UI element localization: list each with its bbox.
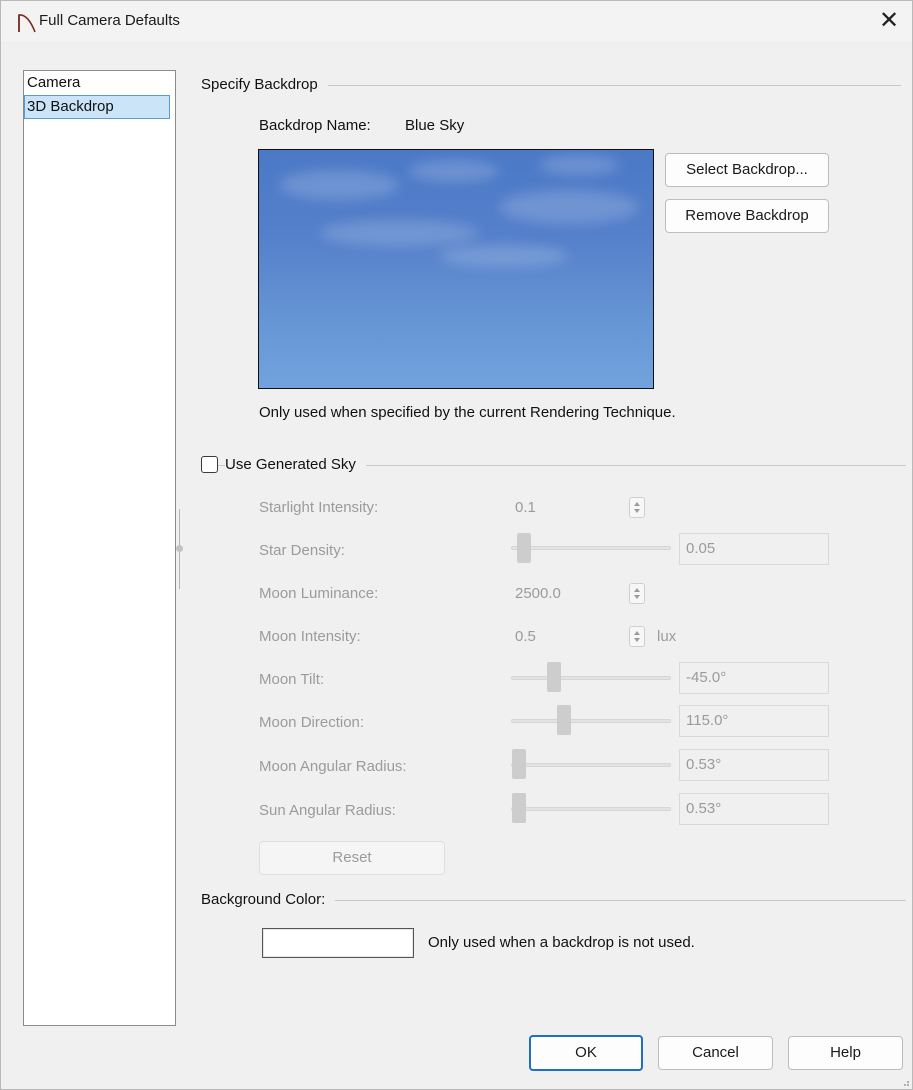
moon-angular-radius-slider-track[interactable] [511, 763, 671, 767]
spin-up-icon [634, 502, 640, 506]
remove-backdrop-button[interactable]: Remove Backdrop [665, 199, 829, 233]
starlight-intensity-spinner[interactable] [629, 497, 645, 518]
title-bar: Full Camera Defaults ✕ [1, 1, 912, 41]
spin-up-icon [634, 631, 640, 635]
moon-luminance-input[interactable]: 2500.0 [515, 585, 561, 602]
moon-intensity-unit: lux [657, 628, 677, 645]
star-density-slider-thumb[interactable] [517, 533, 531, 563]
moon-tilt-slider-thumb[interactable] [547, 662, 561, 692]
category-list[interactable]: Camera 3D Backdrop [23, 70, 176, 1026]
splitter-grip[interactable] [176, 545, 183, 552]
moon-intensity-label: Moon Intensity: [259, 628, 361, 645]
backdrop-name-label: Backdrop Name: [259, 117, 371, 134]
sun-angular-radius-slider-track[interactable] [511, 807, 671, 811]
resize-grip-icon[interactable] [900, 1077, 910, 1087]
reset-button[interactable]: Reset [259, 841, 445, 875]
moon-intensity-spinner[interactable] [629, 626, 645, 647]
background-color-label: Background Color: [201, 891, 336, 908]
starlight-intensity-input[interactable]: 0.1 [515, 499, 536, 516]
help-button[interactable]: Help [788, 1036, 903, 1070]
moon-direction-slider-track[interactable] [511, 719, 671, 723]
spin-down-icon [634, 638, 640, 642]
sun-angular-radius-slider-thumb[interactable] [512, 793, 526, 823]
category-item-camera[interactable]: Camera [24, 71, 175, 95]
moon-angular-radius-label: Moon Angular Radius: [259, 758, 407, 775]
moon-direction-label: Moon Direction: [259, 714, 365, 731]
app-icon [18, 14, 36, 33]
sun-angular-radius-label: Sun Angular Radius: [259, 802, 396, 819]
star-density-slider-track[interactable] [511, 546, 671, 550]
moon-luminance-spinner[interactable] [629, 583, 645, 604]
close-icon: ✕ [878, 7, 900, 34]
window-title: Full Camera Defaults [39, 12, 180, 29]
moon-tilt-label: Moon Tilt: [259, 671, 325, 688]
spin-down-icon [634, 509, 640, 513]
backdrop-preview-image [258, 149, 654, 389]
background-color-swatch[interactable] [262, 928, 414, 958]
use-generated-sky-label[interactable]: Use Generated Sky [225, 456, 366, 473]
cancel-button[interactable]: Cancel [658, 1036, 773, 1070]
backdrop-note: Only used when specified by the current … [259, 404, 676, 421]
spin-down-icon [634, 595, 640, 599]
use-generated-sky-checkbox[interactable] [201, 456, 218, 473]
background-note: Only used when a backdrop is not used. [428, 934, 695, 951]
star-density-value-field[interactable]: 0.05 [679, 533, 829, 565]
close-button[interactable]: ✕ [866, 1, 912, 41]
backdrop-group-label: Specify Backdrop [201, 76, 328, 93]
moon-intensity-input[interactable]: 0.5 [515, 628, 536, 645]
ok-button[interactable]: OK [529, 1035, 643, 1071]
dialog-window: Full Camera Defaults ✕ Camera 3D Backdro… [0, 0, 913, 1090]
moon-angular-radius-value-field[interactable]: 0.53° [679, 749, 829, 781]
moon-tilt-value-field[interactable]: -45.0° [679, 662, 829, 694]
category-item-3d-backdrop[interactable]: 3D Backdrop [24, 95, 170, 119]
moon-direction-slider-thumb[interactable] [557, 705, 571, 735]
sun-angular-radius-value-field[interactable]: 0.53° [679, 793, 829, 825]
backdrop-name-value: Blue Sky [405, 117, 465, 134]
select-backdrop-button[interactable]: Select Backdrop... [665, 153, 829, 187]
star-density-label: Star Density: [259, 542, 345, 559]
spin-up-icon [634, 588, 640, 592]
moon-tilt-slider-track[interactable] [511, 676, 671, 680]
moon-angular-radius-slider-thumb[interactable] [512, 749, 526, 779]
moon-direction-value-field[interactable]: 115.0° [679, 705, 829, 737]
starlight-intensity-label: Starlight Intensity: [259, 499, 379, 516]
moon-luminance-label: Moon Luminance: [259, 585, 379, 602]
